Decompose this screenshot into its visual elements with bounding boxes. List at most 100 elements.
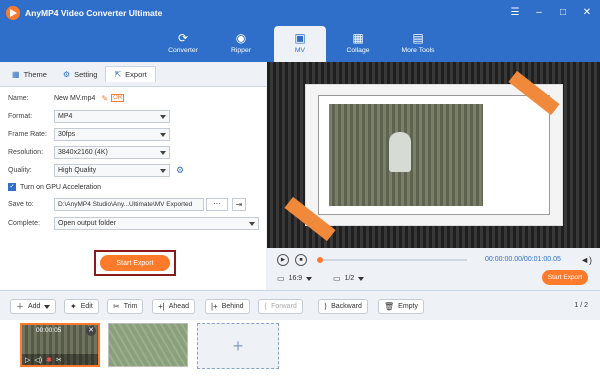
tab-theme-label: Theme bbox=[23, 69, 47, 79]
complete-row: Complete: Open output folder bbox=[8, 216, 259, 230]
empty-button[interactable]: 🗑 Empty bbox=[378, 299, 424, 314]
resolution-row: Resolution: 3840x2160 (4K) bbox=[8, 145, 170, 159]
tab-export[interactable]: ⇱ Export bbox=[105, 66, 156, 82]
settings-panel: ▦ Theme ⚙ Setting ⇱ Export Name: New MV.… bbox=[0, 62, 266, 290]
toolbox-icon: ▤ bbox=[412, 31, 424, 45]
nav-mv[interactable]: ▣ MV bbox=[274, 26, 326, 62]
framerate-row: Frame Rate: 30fps bbox=[8, 127, 170, 141]
play-icon[interactable]: ▶ bbox=[277, 254, 289, 266]
saveto-row: Save to: D:\AnyMP4 Studio\Any...Ultimate… bbox=[8, 197, 246, 211]
app-logo-icon bbox=[6, 6, 20, 20]
behind-button[interactable]: |+ Behind bbox=[205, 299, 250, 314]
nav-more-tools-label: More Tools bbox=[401, 47, 435, 54]
export-highlight-box: Start Export bbox=[94, 250, 176, 276]
effect-icon[interactable]: ✱ bbox=[46, 356, 52, 364]
progress-knob[interactable] bbox=[317, 257, 323, 263]
gpu-checkbox[interactable]: ✓ bbox=[8, 183, 16, 191]
chevron-down-icon bbox=[306, 276, 313, 281]
chevron-down-icon bbox=[249, 221, 255, 226]
saveto-path-field[interactable]: D:\AnyMP4 Studio\Any...Ultimate\MV Expor… bbox=[54, 197, 204, 211]
saveto-path-value: D:\AnyMP4 Studio\Any...Ultimate\MV Expor… bbox=[58, 200, 193, 208]
add-button[interactable]: ＋ Add bbox=[10, 299, 57, 314]
maximize-icon[interactable]: □ bbox=[556, 5, 570, 19]
forward-label: Forward bbox=[271, 303, 297, 310]
backward-label: Backward bbox=[331, 303, 362, 310]
browse-button[interactable]: ··· bbox=[206, 197, 228, 211]
ahead-label: Ahead bbox=[168, 303, 189, 310]
clip-thumbnail[interactable]: 00:00:05 ✕ ▷ ◁) ✱ ✂ bbox=[20, 323, 100, 367]
stop-icon[interactable]: ■ bbox=[295, 254, 307, 266]
quality-settings-gear-icon[interactable]: ⚙ bbox=[176, 165, 184, 176]
aspect-ratio-icon: ▭ bbox=[277, 274, 285, 283]
complete-value: Open output folder bbox=[58, 219, 116, 227]
format-select[interactable]: MP4 bbox=[54, 109, 170, 123]
nav-collage-label: Collage bbox=[346, 47, 370, 54]
tractor-image bbox=[389, 132, 411, 172]
player-controls: ▶ ■ 00:00:00.00/00:01:00.05 ◄) ▭ 16:9 ▭ … bbox=[267, 248, 600, 290]
edit-wand-icon: ✦ bbox=[70, 302, 77, 311]
monitor-icon: ▭ bbox=[333, 274, 341, 283]
edit-toolbar: ＋ Add ✦ Edit ✂ Trim +| Ahead |+ Behind ⟨… bbox=[0, 290, 600, 320]
start-export-small-button[interactable]: Start Export bbox=[542, 270, 588, 285]
chevron-down-icon bbox=[44, 304, 51, 309]
edit-name-icon[interactable]: ✎ bbox=[101, 94, 108, 103]
nav-collage[interactable]: ▦ Collage bbox=[332, 26, 384, 62]
gear-icon: ⚙ bbox=[62, 69, 71, 79]
add-clip-slot[interactable]: + bbox=[197, 323, 279, 369]
collage-icon: ▦ bbox=[352, 31, 364, 45]
nav-more-tools[interactable]: ▤ More Tools bbox=[390, 26, 446, 62]
nav-ripper-label: Ripper bbox=[230, 47, 252, 54]
quality-row: Quality: High Quality ⚙ bbox=[8, 163, 184, 177]
scissors-icon: ✂ bbox=[113, 302, 120, 311]
menu-icon[interactable]: ☰ bbox=[508, 5, 522, 19]
export-icon: ⇱ bbox=[114, 70, 122, 79]
add-label: Add bbox=[28, 303, 41, 310]
behind-icon: |+ bbox=[211, 302, 218, 311]
reset-name-icon[interactable]: OR bbox=[111, 94, 125, 102]
name-row: Name: New MV.mp4 ✎ OR bbox=[8, 91, 125, 105]
quality-value: High Quality bbox=[58, 166, 97, 174]
gpu-label: Turn on GPU Acceleration bbox=[20, 183, 102, 191]
close-icon[interactable]: ✕ bbox=[580, 5, 594, 19]
resolution-select[interactable]: 3840x2160 (4K) bbox=[54, 145, 170, 159]
backward-button[interactable]: ⟩ Backward bbox=[318, 299, 368, 314]
quality-select[interactable]: High Quality bbox=[54, 163, 170, 177]
framerate-select[interactable]: 30fps bbox=[54, 127, 170, 141]
plus-icon: ＋ bbox=[16, 302, 24, 311]
app-title: AnyMP4 Video Converter Ultimate bbox=[25, 8, 163, 18]
format-value: MP4 bbox=[58, 112, 73, 120]
clip-thumbnail[interactable] bbox=[108, 323, 189, 368]
format-label: Format: bbox=[8, 112, 33, 120]
play-icon[interactable]: ▷ bbox=[25, 356, 30, 364]
forward-button[interactable]: ⟨ Forward bbox=[258, 299, 303, 314]
tab-theme[interactable]: ▦ Theme bbox=[4, 66, 55, 82]
minimize-icon[interactable]: – bbox=[532, 5, 546, 19]
volume-icon[interactable]: ◁) bbox=[34, 356, 42, 364]
framerate-value: 30fps bbox=[58, 130, 76, 138]
volume-icon[interactable]: ◄) bbox=[580, 255, 592, 265]
tab-export-label: Export bbox=[125, 70, 147, 79]
scissors-icon[interactable]: ✂ bbox=[56, 356, 62, 364]
clip-pager: 1 / 2 bbox=[574, 302, 588, 309]
edit-button[interactable]: ✦ Edit bbox=[64, 299, 99, 314]
trim-label: Trim bbox=[123, 303, 138, 310]
ahead-icon: +| bbox=[158, 302, 165, 311]
edit-label: Edit bbox=[80, 303, 93, 310]
chevron-down-icon bbox=[160, 168, 166, 173]
ahead-button[interactable]: +| Ahead bbox=[152, 299, 195, 314]
nav-converter-label: Converter bbox=[168, 47, 198, 54]
close-icon[interactable]: ✕ bbox=[86, 326, 96, 336]
page-select[interactable]: ▭ 1/2 bbox=[333, 274, 365, 283]
nav-ripper[interactable]: ◉ Ripper bbox=[215, 26, 267, 62]
tab-setting[interactable]: ⚙ Setting bbox=[55, 66, 106, 82]
start-export-button[interactable]: Start Export bbox=[100, 255, 170, 271]
trash-icon: 🗑 bbox=[384, 302, 395, 311]
trim-button[interactable]: ✂ Trim bbox=[107, 299, 144, 314]
aspect-ratio-select[interactable]: ▭ 16:9 bbox=[277, 274, 313, 283]
progress-track[interactable] bbox=[317, 257, 467, 263]
complete-select[interactable]: Open output folder bbox=[54, 216, 259, 230]
open-folder-icon[interactable]: ⇥ bbox=[232, 197, 246, 211]
page-value: 1/2 bbox=[344, 275, 355, 282]
nav-converter[interactable]: ⟳ Converter bbox=[157, 26, 209, 62]
clip-duration: 00:00:05 bbox=[36, 327, 62, 334]
